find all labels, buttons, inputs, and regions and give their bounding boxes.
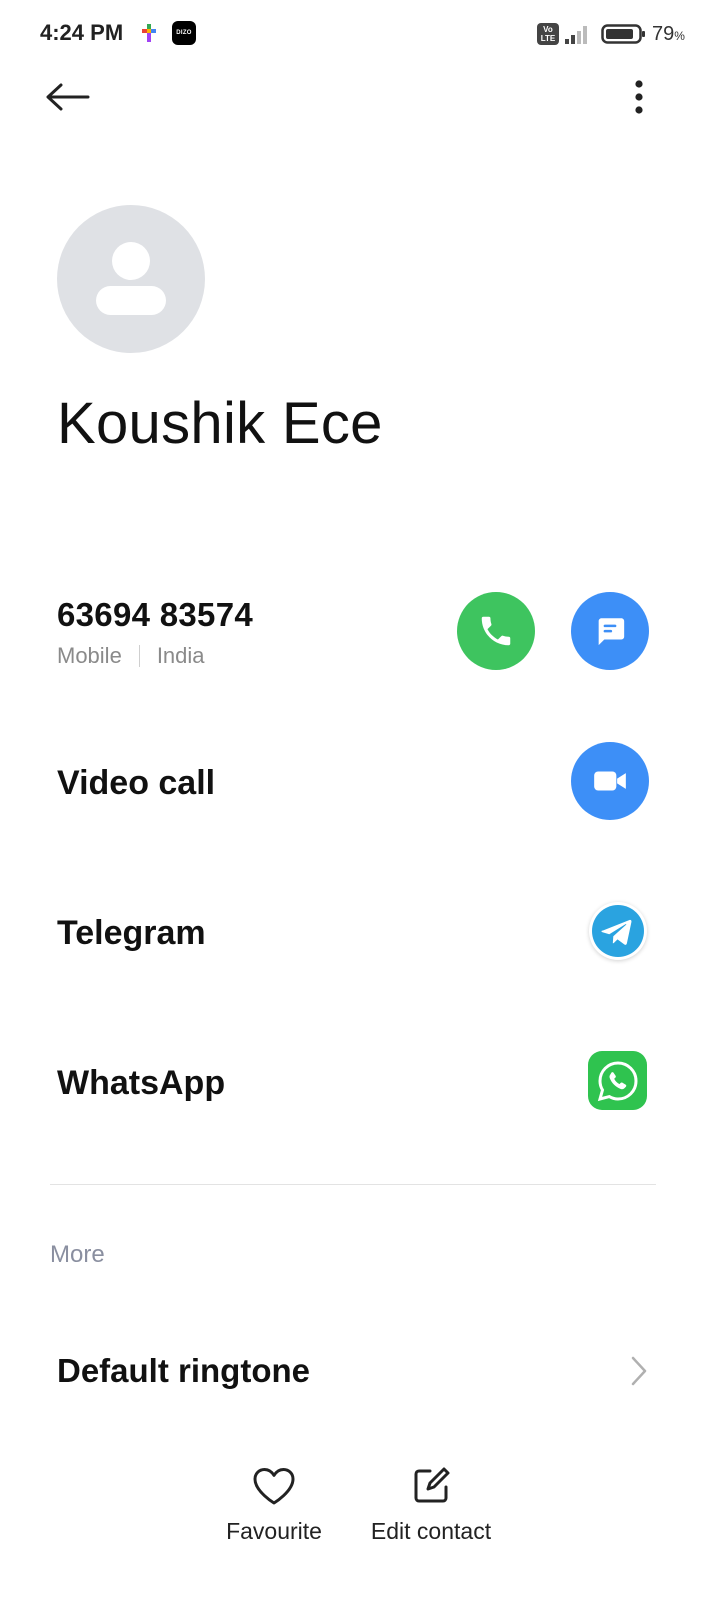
chevron-right-icon — [631, 1356, 647, 1386]
whatsapp-icon — [597, 1060, 638, 1101]
phone-icon — [481, 616, 511, 646]
call-button[interactable] — [457, 592, 535, 670]
video-call-label[interactable]: Video call — [57, 764, 215, 803]
edit-icon — [414, 1467, 450, 1503]
avatar — [57, 205, 205, 353]
telegram-icon — [592, 905, 644, 957]
contact-name: Koushik Ece — [57, 391, 383, 456]
battery-value: 79 — [652, 23, 675, 45]
telegram-button[interactable] — [589, 902, 647, 960]
status-bar: 4:24 PM DIZO Vo LTE 79% — [0, 0, 720, 68]
battery-icon — [601, 24, 645, 44]
phone-region: India — [156, 643, 205, 668]
more-section-title: More — [50, 1241, 105, 1268]
video-camera-icon — [594, 771, 626, 791]
battery-unit: % — [674, 29, 685, 43]
default-ringtone-row[interactable]: Default ringtone — [40, 1330, 670, 1412]
phone-meta: Mobile India — [57, 643, 205, 669]
more-options-button[interactable] — [614, 72, 664, 122]
message-icon — [598, 618, 625, 646]
phone-type: Mobile — [57, 643, 122, 668]
telegram-label[interactable]: Telegram — [57, 914, 206, 953]
more-vertical-icon — [635, 80, 643, 114]
meta-divider — [138, 645, 140, 667]
edit-contact-button[interactable]: Edit contact — [360, 1466, 502, 1545]
section-divider — [50, 1184, 656, 1185]
status-time: 4:24 PM — [40, 20, 124, 45]
whatsapp-button[interactable] — [588, 1051, 647, 1110]
dizo-app-icon: DIZO — [172, 21, 196, 45]
person-placeholder-icon — [96, 242, 166, 315]
multicolor-app-icon — [142, 24, 156, 42]
favourite-label: Favourite — [226, 1518, 322, 1544]
edit-contact-label: Edit contact — [370, 1518, 492, 1544]
default-ringtone-label: Default ringtone — [57, 1352, 310, 1389]
signal-strength-icon — [565, 26, 587, 44]
dizo-icon-text: DIZO — [176, 30, 192, 36]
phone-number[interactable]: 63694 83574 — [57, 596, 253, 634]
video-call-button[interactable] — [571, 742, 649, 820]
back-button[interactable] — [40, 72, 94, 122]
whatsapp-label[interactable]: WhatsApp — [57, 1064, 225, 1103]
back-arrow-icon — [46, 83, 90, 111]
battery-percent: 79% — [652, 23, 685, 46]
favourite-button[interactable]: Favourite — [214, 1466, 334, 1545]
heart-icon — [253, 1468, 295, 1505]
volte-icon: Vo LTE — [537, 23, 559, 45]
message-button[interactable] — [571, 592, 649, 670]
